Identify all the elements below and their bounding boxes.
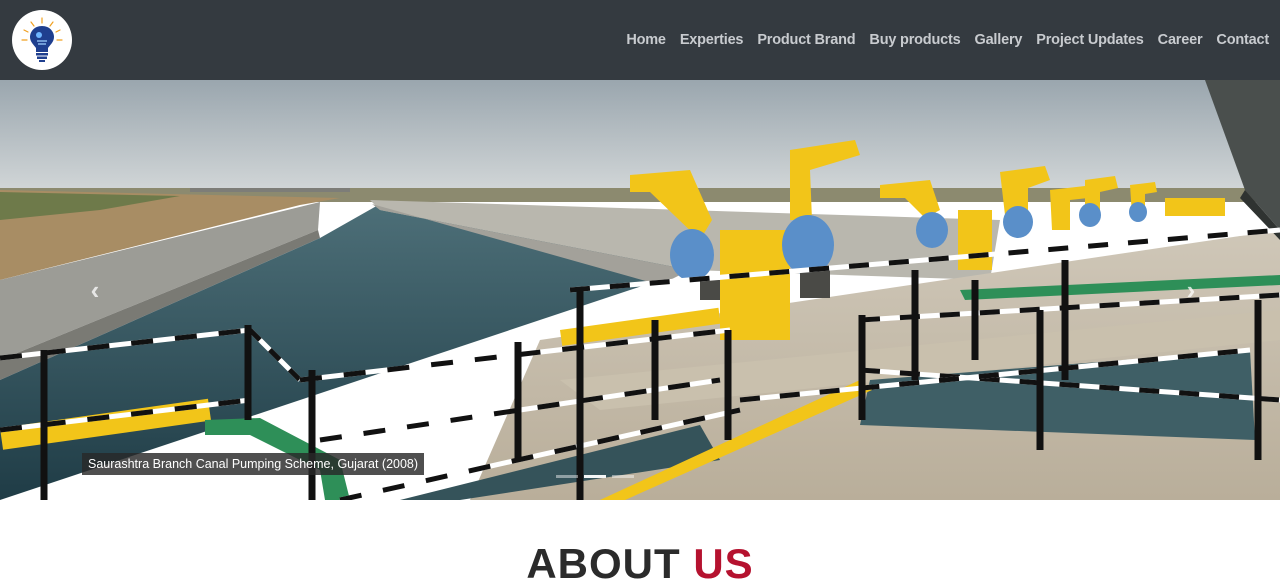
nav-experties[interactable]: Experties: [673, 32, 751, 48]
nav-contact[interactable]: Contact: [1209, 32, 1269, 48]
hero-carousel: ‹ ›: [0, 80, 1280, 500]
main-nav: Home Experties Product Brand Buy product…: [619, 0, 1269, 80]
about-title-part2: US: [693, 540, 754, 587]
carousel-indicator-active[interactable]: [584, 475, 606, 478]
carousel-next-button[interactable]: ›: [1176, 270, 1206, 310]
site-logo[interactable]: [12, 10, 72, 70]
carousel-prev-button[interactable]: ‹: [80, 270, 110, 310]
nav-home[interactable]: Home: [619, 32, 673, 48]
chevron-right-icon: ›: [1186, 274, 1196, 305]
carousel-indicator[interactable]: [556, 475, 578, 478]
canal-pumping-photo: [0, 80, 1280, 500]
nav-buy-products[interactable]: Buy products: [862, 32, 967, 48]
lightbulb-logo-icon: [21, 17, 63, 62]
nav-gallery[interactable]: Gallery: [967, 32, 1029, 48]
carousel-indicator[interactable]: [612, 475, 634, 478]
top-navbar: Home Experties Product Brand Buy product…: [0, 0, 1280, 80]
about-us-heading: ABOUT US: [0, 540, 1280, 588]
chevron-left-icon: ‹: [90, 274, 100, 305]
nav-project-updates[interactable]: Project Updates: [1029, 32, 1150, 48]
nav-product-brand[interactable]: Product Brand: [750, 32, 862, 48]
carousel-indicators: [556, 475, 634, 478]
nav-career[interactable]: Career: [1151, 32, 1210, 48]
carousel-caption: Saurashtra Branch Canal Pumping Scheme, …: [82, 453, 425, 475]
about-title-part1: ABOUT: [526, 540, 681, 587]
